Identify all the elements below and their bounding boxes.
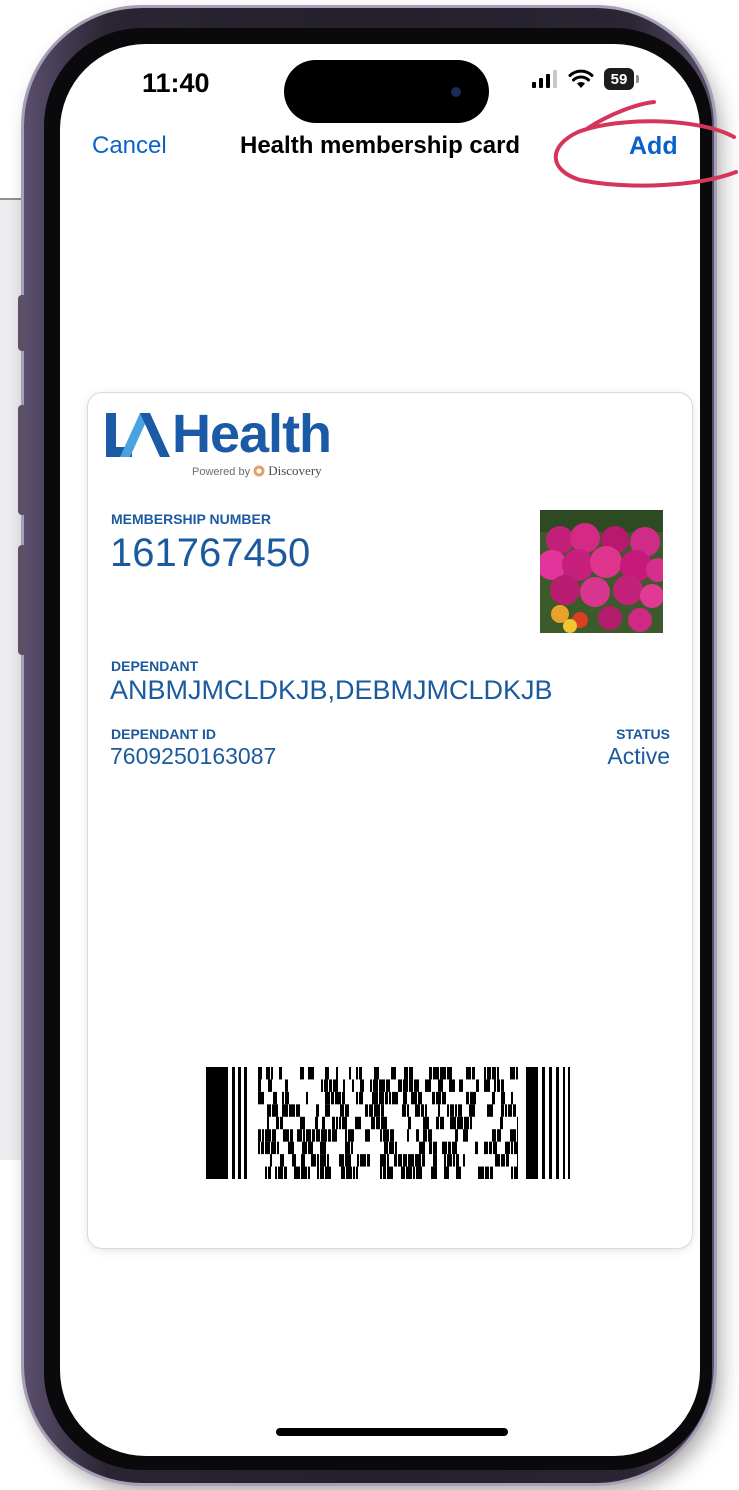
- camera-icon: [451, 87, 461, 97]
- home-indicator: [276, 1428, 508, 1436]
- dependant-id-value: 7609250163087: [110, 743, 277, 769]
- wifi-icon: [568, 69, 594, 88]
- logo-text: Health: [172, 404, 332, 464]
- logo-sub-brand: Discovery: [268, 463, 322, 478]
- membership-number-label: MEMBERSHIP NUMBER: [111, 511, 271, 527]
- status-time: 11:40: [142, 68, 210, 98]
- phone-screen: 11:40 59 Cancel Health membership card A…: [60, 44, 700, 1456]
- la-logo-icon: [106, 413, 170, 457]
- barcode: [206, 1067, 570, 1179]
- signal-icon: [532, 70, 557, 88]
- side-button-action: [18, 295, 27, 351]
- dependant-value: ANBMJMCLDKJB,DEBMJMCLDKJB: [110, 675, 553, 705]
- logo-powered-by: Powered by Discovery: [192, 463, 322, 479]
- status-label: STATUS: [616, 726, 670, 742]
- dynamic-island: [284, 60, 489, 123]
- dependant-label: DEPENDANT: [111, 658, 199, 674]
- battery-icon: 59: [604, 68, 639, 90]
- cancel-button[interactable]: Cancel: [92, 132, 167, 160]
- page-title: Health membership card: [240, 132, 521, 159]
- member-photo: [540, 510, 663, 633]
- side-button-volume-down: [18, 545, 27, 655]
- status-value: Active: [607, 743, 670, 769]
- discovery-icon: [253, 465, 265, 477]
- status-icons: 59: [532, 68, 639, 90]
- dependant-id-label: DEPENDANT ID: [111, 726, 217, 742]
- membership-card: Health Powered by Discovery MEMBERSHIP N…: [88, 393, 692, 1248]
- membership-number: 161767450: [110, 531, 311, 575]
- logo-sub-prefix: Powered by: [192, 466, 251, 478]
- add-button[interactable]: Add: [629, 132, 678, 161]
- side-button-volume-up: [18, 405, 27, 515]
